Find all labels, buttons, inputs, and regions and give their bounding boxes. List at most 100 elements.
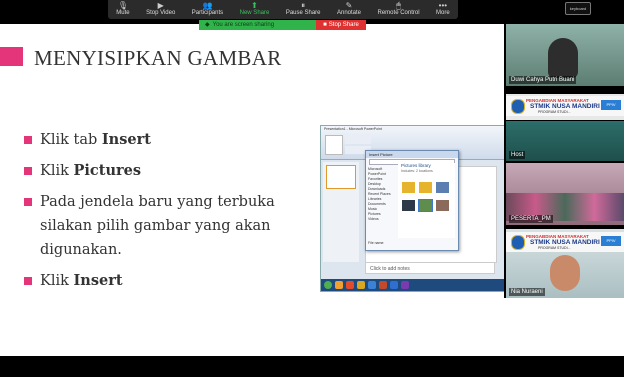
screen: MENYISIPKAN GAMBAR Klik tab Insert Klik … [0, 0, 624, 377]
stop-video-button[interactable]: ▶ Stop Video [146, 1, 175, 19]
sharing-status: ◆ You are screen sharing [199, 20, 316, 30]
banner-title: STMIK NUSA MANDIRI [530, 239, 600, 246]
banner-line: PROGRAM STUDI... [538, 110, 571, 114]
event-banner: PENGABDIAN MASYARAKAT STMIK NUSA MANDIRI… [506, 232, 624, 252]
participant-tile[interactable]: Host [506, 121, 624, 161]
mute-label: Mute [116, 10, 130, 16]
shield-icon: ◆ [205, 22, 210, 28]
bullet-item: Klik Pictures [24, 159, 324, 183]
zoom-meeting-toolbar: 🎙 Mute ▶ Stop Video 👥 Participants ⬆ New… [108, 0, 458, 19]
windows-taskbar [321, 279, 507, 291]
bullet-text: Klik [40, 163, 74, 179]
ribbon-group [345, 136, 371, 144]
image-thumbnail [436, 182, 449, 193]
taskbar-app-icon [390, 281, 398, 289]
pause-share-label: Pause Share [285, 10, 321, 16]
remote-control-button[interactable]: 🖱 Remote Control [378, 1, 420, 19]
bullet-marker-icon [24, 167, 32, 175]
new-share-label: New Share [239, 10, 270, 16]
bullet-item: Klik Insert [24, 269, 324, 293]
pause-share-button[interactable]: ⏸ Pause Share [286, 1, 321, 19]
window-title: Presentation1 - Microsoft PowerPoint [324, 127, 382, 131]
participant-tile[interactable]: Duwi Cahya Putri Buani [506, 24, 624, 86]
mute-button[interactable]: 🎙 Mute [116, 1, 129, 19]
taskbar-app-icon [379, 281, 387, 289]
start-button-icon [324, 281, 332, 289]
banner-badge: PPIV [601, 236, 621, 246]
bullet-bold-text: Pictures [73, 162, 142, 179]
banner-title: STMIK NUSA MANDIRI [530, 103, 600, 110]
participant-avatar [550, 255, 580, 291]
banner-badge: PPIV [601, 100, 621, 110]
participant-name: Nia Nuraeni [509, 288, 545, 296]
participant-name: PESERTA_PM [509, 215, 553, 223]
navigation-pane: Microsoft PowerPoint Favorites Desktop D… [368, 167, 396, 237]
taskbar-app-icon [401, 281, 409, 289]
slide-thumbnail [326, 165, 356, 189]
bullet-text: Pada jendela baru yang terbuka silakan p… [40, 194, 275, 258]
remote-control-label: Remote Control [377, 10, 420, 16]
stop-share-label: Stop Share [328, 22, 359, 28]
stop-video-label: Stop Video [146, 10, 176, 16]
nav-item: Videos [368, 217, 379, 221]
image-thumbnail [402, 200, 415, 211]
insert-picture-dialog: Insert Picture Microsoft PowerPoint Favo… [365, 150, 459, 251]
annotate-label: Annotate [337, 10, 362, 16]
participants-label: Participants [191, 10, 224, 16]
taskbar-app-icon [346, 281, 354, 289]
share-arrow-icon: ⬆ [251, 1, 258, 10]
keyboard-button[interactable]: keyboard [565, 2, 591, 15]
image-thumbnail [436, 200, 449, 211]
nav-item: Microsoft PowerPoint [368, 167, 386, 176]
bullet-marker-icon [24, 198, 32, 206]
taskbar-app-icon [335, 281, 343, 289]
bullet-item: Pada jendela baru yang terbuka silakan p… [24, 190, 324, 262]
more-button[interactable]: ••• More [436, 1, 450, 19]
title-accent-bar [0, 47, 23, 66]
bullet-item: Klik tab Insert [24, 128, 324, 152]
participants-icon: 👥 [202, 1, 213, 10]
more-dots-icon: ••• [438, 1, 448, 10]
notes-pane: Click to add notes [365, 262, 495, 274]
slide-thumbnails [323, 162, 359, 262]
file-grid: Pictures library Includes: 2 locations [398, 163, 455, 238]
bullet-text: Klik [40, 273, 74, 289]
participants-button[interactable]: 👥 Participants [192, 1, 223, 19]
university-logo-icon [511, 235, 525, 250]
video-camera-icon: ▶ [157, 1, 164, 10]
sharing-message: You are screen sharing [212, 22, 275, 28]
participant-tile[interactable]: PENGABDIAN MASYARAKAT STMIK NUSA MANDIRI… [506, 229, 624, 298]
library-subtitle: Includes: 2 locations [401, 169, 433, 173]
more-label: More [436, 10, 450, 16]
taskbar-app-icon [357, 281, 365, 289]
slide-title: MENYISIPKAN GAMBAR [34, 46, 282, 70]
bullet-text: Klik tab [40, 132, 102, 148]
pause-icon: ⏸ [301, 1, 306, 10]
image-thumbnail [418, 199, 433, 212]
banner-line: PROGRAM STUDI... [538, 246, 571, 250]
dialog-title: Insert Picture [366, 151, 458, 158]
folder-icon [402, 182, 415, 193]
pencil-icon: ✎ [345, 1, 353, 10]
file-name-label: File name: [368, 241, 385, 245]
participant-tile[interactable]: PENGABDIAN MASYARAKAT STMIK NUSA MANDIRI… [506, 94, 624, 120]
annotate-button[interactable]: ✎ Annotate [337, 1, 361, 19]
bullet-marker-icon [24, 136, 32, 144]
stop-share-button[interactable]: ■ Stop Share [316, 20, 366, 30]
paste-icon [325, 135, 343, 155]
bullet-bold-text: Insert [73, 272, 123, 289]
event-banner: PENGABDIAN MASYARAKAT STMIK NUSA MANDIRI… [506, 96, 624, 116]
bullet-list: Klik tab Insert Klik Pictures Pada jende… [24, 128, 324, 300]
participant-name: Duwi Cahya Putri Buani [509, 76, 577, 84]
remote-control-icon: 🖱 [396, 1, 401, 10]
stop-square-icon: ■ [323, 22, 327, 28]
participant-tile[interactable]: PESERTA_PM [506, 163, 624, 225]
new-share-button[interactable]: ⬆ New Share [240, 1, 270, 19]
participant-name: Host [509, 151, 526, 159]
participant-avatar [548, 38, 578, 78]
microphone-icon: 🎙 [117, 1, 128, 10]
video-gallery: Duwi Cahya Putri Buani PENGABDIAN MASYAR… [504, 24, 624, 298]
bullet-marker-icon [24, 277, 32, 285]
taskbar-app-icon [368, 281, 376, 289]
bullet-bold-text: Insert [101, 131, 151, 148]
